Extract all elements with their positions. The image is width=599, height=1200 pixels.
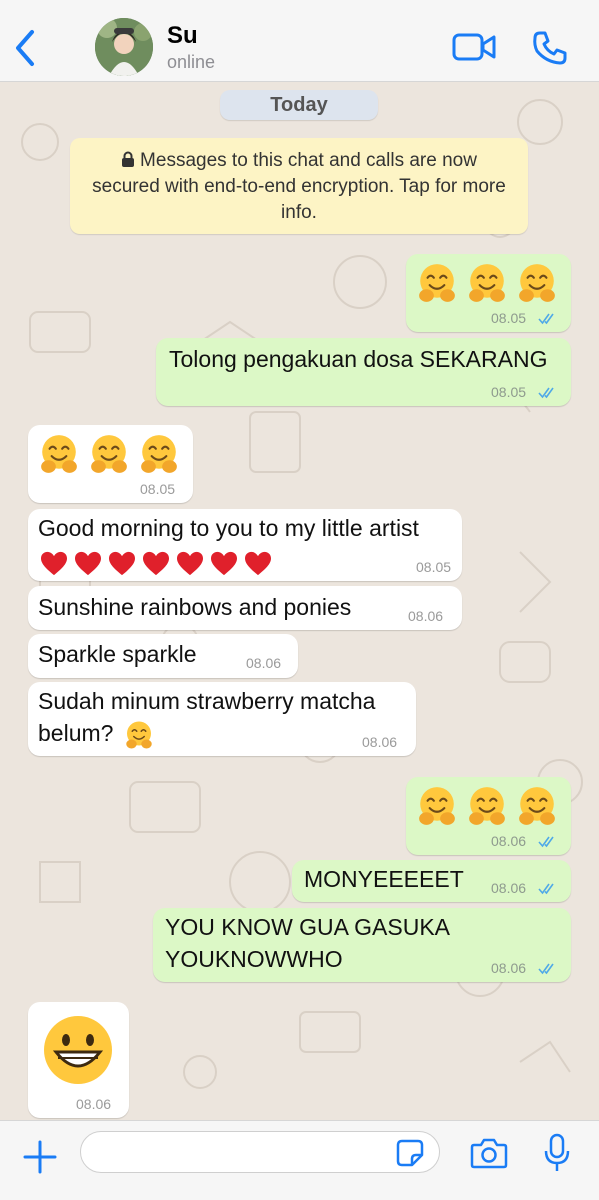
- read-receipt-icon: [538, 313, 558, 325]
- message-text: belum?: [38, 720, 114, 746]
- read-receipt-icon: [538, 836, 558, 848]
- message-bubble-outgoing[interactable]: YOU KNOW GUA GASUKA YOUKNOWWHO 08.06: [153, 908, 571, 982]
- encryption-notice-text: Messages to this chat and calls are now …: [92, 150, 506, 223]
- hugging-face-emoji: [466, 262, 508, 304]
- message-bubble-incoming[interactable]: Sunshine rainbows and ponies 08.06: [28, 586, 462, 630]
- lock-icon: [122, 151, 135, 167]
- hugging-face-emoji: [416, 785, 458, 827]
- message-time: 08.05: [491, 310, 527, 326]
- message-text: Sparkle sparkle: [38, 641, 197, 667]
- message-bubble-incoming[interactable]: Good morning to you to my little artist …: [28, 509, 462, 581]
- message-time: 08.05: [140, 481, 176, 497]
- sticker-icon[interactable]: [396, 1139, 424, 1167]
- message-text: MONYEEEEET: [304, 866, 464, 892]
- message-bubble-outgoing[interactable]: 08.05: [406, 254, 571, 332]
- phone-call-icon[interactable]: [532, 30, 568, 66]
- message-bubble-incoming[interactable]: 08.06: [28, 1002, 129, 1118]
- contact-avatar[interactable]: [95, 18, 153, 76]
- hugging-face-emoji: [416, 262, 458, 304]
- hugging-face-emoji: [466, 785, 508, 827]
- chat-area[interactable]: Today Messages to this chat and calls ar…: [0, 82, 599, 1120]
- message-text: Sudah minum strawberry matcha: [38, 688, 376, 714]
- hugging-face-emoji: [38, 433, 80, 475]
- contact-status: online: [167, 52, 216, 72]
- composer-bar: [0, 1120, 599, 1200]
- chat-header: Su online: [0, 0, 599, 82]
- hugging-face-emoji: [138, 433, 180, 475]
- message-bubble-incoming[interactable]: Sudah minum strawberry matcha belum? 08.…: [28, 682, 416, 756]
- red-heart-emoji: [244, 551, 272, 577]
- microphone-icon[interactable]: [544, 1133, 570, 1173]
- read-receipt-icon: [538, 387, 558, 399]
- message-input[interactable]: [80, 1131, 440, 1173]
- message-time: 08.06: [491, 880, 527, 896]
- red-heart-emoji: [108, 551, 136, 577]
- message-time: 08.06: [76, 1096, 112, 1112]
- read-receipt-icon: [538, 883, 558, 895]
- message-time: 08.06: [246, 655, 282, 671]
- back-chevron-icon[interactable]: [10, 28, 40, 68]
- hugging-face-emoji: [516, 785, 558, 827]
- message-bubble-outgoing[interactable]: 08.06: [406, 777, 571, 855]
- video-call-icon[interactable]: [452, 32, 496, 62]
- message-text: YOUKNOWWHO: [165, 946, 343, 972]
- message-bubble-incoming[interactable]: Sparkle sparkle 08.06: [28, 634, 298, 678]
- message-time: 08.06: [362, 734, 398, 750]
- encryption-notice[interactable]: Messages to this chat and calls are now …: [70, 138, 528, 234]
- message-text: YOU KNOW GUA GASUKA: [165, 914, 450, 940]
- red-heart-emoji: [40, 551, 68, 577]
- message-bubble-incoming[interactable]: 08.05: [28, 425, 193, 503]
- hugging-face-emoji: [516, 262, 558, 304]
- message-bubble-outgoing[interactable]: MONYEEEEET 08.06: [292, 860, 571, 902]
- camera-icon[interactable]: [470, 1137, 508, 1169]
- read-receipt-icon: [538, 963, 558, 975]
- hugging-face-emoji: [88, 433, 130, 475]
- message-text: Good morning to you to my little artist: [38, 515, 419, 541]
- date-separator: Today: [220, 90, 378, 120]
- message-time: 08.05: [416, 559, 452, 575]
- message-time: 08.05: [491, 384, 527, 400]
- message-text: Tolong pengakuan dosa SEKARANG: [169, 346, 548, 372]
- red-heart-emoji: [176, 551, 204, 577]
- message-time: 08.06: [491, 833, 527, 849]
- red-heart-emoji: [74, 551, 102, 577]
- red-heart-emoji: [210, 551, 238, 577]
- contact-name[interactable]: Su: [167, 22, 198, 50]
- message-text: Sunshine rainbows and ponies: [38, 594, 352, 620]
- hugging-face-emoji: [124, 720, 154, 750]
- red-heart-emoji: [142, 551, 170, 577]
- grinning-face-emoji: [42, 1014, 114, 1086]
- message-time: 08.06: [408, 608, 444, 624]
- message-time: 08.06: [491, 960, 527, 976]
- message-bubble-outgoing[interactable]: Tolong pengakuan dosa SEKARANG 08.05: [156, 338, 571, 406]
- plus-icon[interactable]: [22, 1139, 58, 1175]
